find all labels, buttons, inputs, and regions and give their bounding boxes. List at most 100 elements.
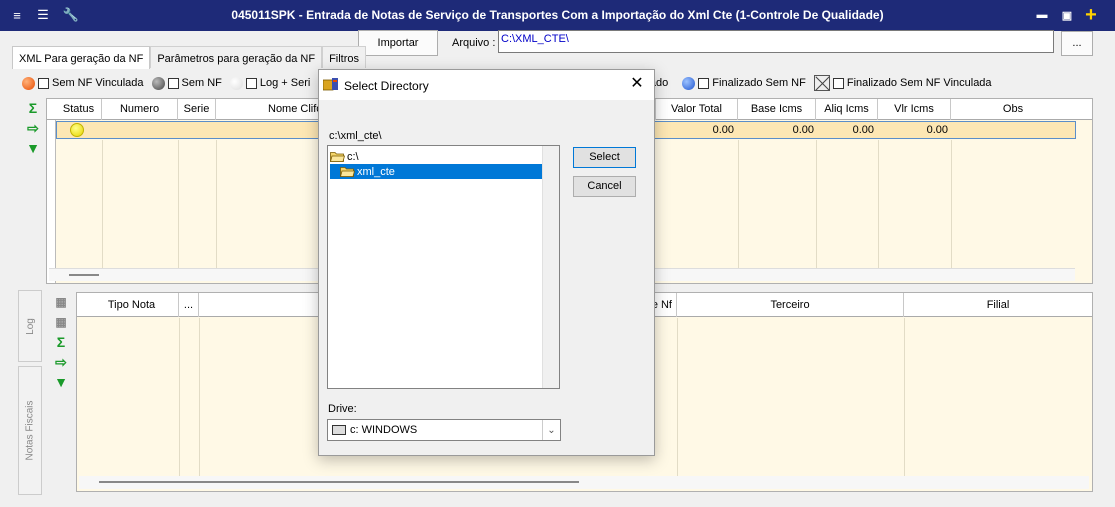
grid-line: [816, 140, 817, 268]
vertical-scrollbar[interactable]: [542, 146, 559, 388]
directory-list[interactable]: c:\ xml_cte: [327, 145, 560, 389]
legend-log-serie[interactable]: Log + Seri: [229, 76, 311, 90]
grid2-toolbar: ▦ ▦ Σ ⇨ ▼: [50, 292, 72, 392]
download-icon[interactable]: ▼: [50, 372, 72, 392]
window-title: 045011SPK - Entrada de Notas de Serviço …: [231, 8, 884, 22]
chevron-down-icon[interactable]: ⌄: [542, 420, 560, 440]
legend-sem-nf[interactable]: Sem NF: [151, 76, 222, 90]
tab-filtros-label: Filtros: [329, 53, 360, 65]
remove-row-icon[interactable]: ▦: [50, 312, 72, 332]
file-path-input[interactable]: C:\XML_CTE\: [498, 30, 1054, 53]
checkbox[interactable]: [245, 77, 257, 89]
folder-label: xml_cte: [357, 165, 395, 178]
cell-vlr-icms: 0.00: [926, 124, 948, 136]
legend-sem-nf-vinculada[interactable]: Sem NF Vinculada: [22, 76, 144, 90]
grid-line: [102, 140, 103, 268]
horizontal-scrollbar[interactable]: [79, 476, 1089, 489]
col-vlr-icms[interactable]: Vlr Icms: [878, 99, 951, 120]
grid-line: [738, 140, 739, 268]
minimize-icon[interactable]: ▬: [1033, 6, 1051, 24]
col-more[interactable]: ...: [179, 293, 199, 317]
col-aliq-icms[interactable]: Aliq Icms: [816, 99, 878, 120]
grid-line: [199, 318, 200, 476]
legend-label: Finalizado Sem NF: [712, 77, 806, 89]
col-base-icms[interactable]: Base Icms: [738, 99, 816, 120]
add-icon[interactable]: +: [1082, 4, 1100, 26]
checkbox[interactable]: [167, 77, 179, 89]
vertical-tabs: Log Notas Fiscais: [18, 290, 42, 495]
open-folder-icon: [340, 167, 355, 177]
tab-parametros-label: Parâmetros para geração da NF: [157, 53, 316, 65]
legend-finalizado-sem-nf[interactable]: Finalizado Sem NF: [682, 76, 806, 90]
tab-filtros[interactable]: Filtros: [322, 46, 367, 68]
checkbox[interactable]: [38, 77, 49, 89]
folder-app-icon: [323, 78, 338, 91]
grid-line: [878, 140, 879, 268]
col-tipo-nota[interactable]: Tipo Nota: [85, 293, 179, 317]
grid-line: [216, 140, 217, 268]
folder-item-xml-cte[interactable]: xml_cte: [330, 164, 542, 179]
col-numero[interactable]: Numero: [102, 99, 178, 120]
export-icon[interactable]: ⇨: [50, 352, 72, 372]
drive-icon: [332, 425, 346, 435]
tab-xml[interactable]: XML Para geração da NF: [12, 46, 151, 69]
browse-button[interactable]: ...: [1061, 31, 1093, 56]
add-row-icon[interactable]: ▦: [50, 292, 72, 312]
col-status[interactable]: Status: [56, 99, 102, 120]
blue-dot-icon: [682, 76, 696, 90]
sum-icon[interactable]: Σ: [22, 98, 44, 118]
select-button[interactable]: Select: [573, 147, 636, 168]
folder-label: c:\: [347, 150, 359, 163]
tab-notas-fiscais-label: Notas Fiscais: [24, 400, 36, 461]
grid-line: [178, 140, 179, 268]
tab-xml-label: XML Para geração da NF: [19, 53, 144, 65]
col-obs[interactable]: Obs: [951, 99, 1075, 120]
tab-notas-fiscais[interactable]: Notas Fiscais: [18, 366, 42, 495]
tab-bar: XML Para geração da NF Parâmetros para g…: [12, 46, 367, 69]
cell-aliq-icms: 0.00: [852, 124, 874, 136]
grid-line: [904, 318, 905, 476]
tab-log-label: Log: [24, 317, 36, 335]
col-terceiro[interactable]: Terceiro: [677, 293, 904, 317]
title-bar: ≡ ☰ 🔧 045011SPK - Entrada de Notas de Se…: [0, 0, 1115, 31]
drive-select[interactable]: c: WINDOWS ⌄: [327, 419, 561, 441]
dialog-title: Select Directory: [344, 79, 429, 93]
sum-icon[interactable]: Σ: [50, 332, 72, 352]
grid-line: [677, 318, 678, 476]
cell-valor-total: 0.00: [712, 124, 734, 136]
white-dot-icon: [229, 76, 243, 90]
scroll-thumb[interactable]: [99, 481, 579, 483]
legend-label: Finalizado Sem NF Vinculada: [846, 77, 992, 89]
legend-finalizado-sem-nf-vinculada[interactable]: Finalizado Sem NF Vinculada: [813, 75, 992, 91]
tab-parametros[interactable]: Parâmetros para geração da NF: [150, 46, 323, 68]
maximize-icon[interactable]: ▣: [1058, 6, 1076, 24]
status-yellow-icon: [70, 123, 84, 137]
checkbox[interactable]: [832, 77, 844, 89]
open-folder-icon: [330, 152, 345, 162]
drive-value: c: WINDOWS: [350, 424, 418, 436]
folder-item-root[interactable]: c:\: [330, 149, 359, 164]
export-icon[interactable]: ⇨: [22, 118, 44, 138]
col-serie[interactable]: Serie: [178, 99, 216, 120]
close-icon[interactable]: ✕: [628, 75, 646, 93]
grid-line: [179, 318, 180, 476]
legend-label: Log + Seri: [259, 77, 311, 89]
orange-dot-icon: [22, 76, 35, 90]
grid1-toolbar: Σ ⇨ ▼: [22, 98, 44, 158]
current-path: c:\xml_cte\: [329, 130, 382, 142]
dialog-title-bar: Select Directory ✕: [319, 70, 654, 100]
select-directory-dialog: Select Directory ✕ c:\xml_cte\ c:\ xml_c…: [318, 69, 655, 456]
row-indicator: [47, 120, 56, 283]
legend-label: Sem NF: [181, 77, 222, 89]
drive-label: Drive:: [328, 403, 357, 415]
tab-log[interactable]: Log: [18, 290, 42, 362]
legend-label: Sem NF Vinculada: [52, 77, 144, 89]
col-filial[interactable]: Filial: [904, 293, 1092, 317]
download-icon[interactable]: ▼: [22, 138, 44, 158]
import-button[interactable]: Importar: [358, 30, 438, 56]
col-valor-total[interactable]: Valor Total: [656, 99, 738, 120]
scroll-thumb[interactable]: [69, 274, 99, 276]
checkbox[interactable]: [698, 77, 710, 89]
cancel-button[interactable]: Cancel: [573, 176, 636, 197]
cell-base-icms: 0.00: [792, 124, 814, 136]
